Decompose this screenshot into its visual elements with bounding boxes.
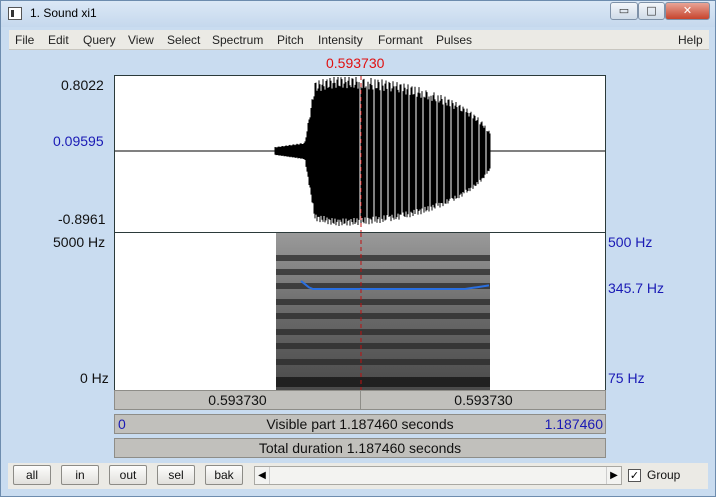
pitch-top-label: 500 Hz	[608, 234, 653, 250]
waveform-max-label: 0.8022	[61, 77, 104, 93]
menu-select[interactable]: Select	[167, 33, 200, 47]
waveform-trace	[274, 77, 491, 226]
spectrogram-harmonic-band	[276, 313, 490, 319]
spectrogram-harmonic-band	[276, 377, 490, 387]
selection-bar: 0.593730 0.593730	[114, 390, 606, 410]
menu-pulses[interactable]: Pulses	[436, 33, 472, 47]
visible-end-time: 1.187460	[544, 416, 603, 432]
window-title: 1. Sound xi1	[30, 6, 97, 20]
total-duration-text: Total duration 1.187460 seconds	[258, 440, 462, 456]
total-duration-bar[interactable]: Total duration 1.187460 seconds	[114, 438, 606, 458]
spectrogram-harmonic-band	[276, 269, 490, 275]
visible-part-bar[interactable]: 0 Visible part 1.187460 seconds 1.187460	[114, 414, 606, 434]
waveform-mid-label: 0.09595	[53, 133, 104, 149]
menu-file[interactable]: File	[15, 33, 34, 47]
zoom-all-button[interactable]: all	[13, 465, 51, 485]
menu-query[interactable]: Query	[83, 33, 116, 47]
spectrogram-panel[interactable]	[114, 233, 606, 390]
scroll-left-arrow-icon[interactable]: ◀	[255, 467, 270, 484]
group-checkbox[interactable]: ✓	[628, 469, 641, 482]
waveform-min-label: -0.8961	[58, 211, 106, 227]
close-button[interactable]: ✕	[665, 2, 710, 20]
title-bar[interactable]: 1. Sound xi1 ▭ □ ✕	[1, 1, 715, 27]
spectrogram-harmonic-band	[276, 299, 490, 305]
pitch-value-label: 345.7 Hz	[608, 280, 665, 296]
praat-sound-icon	[8, 7, 22, 20]
spectrogram-harmonic-band	[276, 255, 490, 261]
selection-left-segment[interactable]: 0.593730	[115, 391, 361, 409]
spectrogram-harmonic-band	[276, 329, 490, 335]
spectrogram-harmonic-band	[276, 359, 490, 365]
bottom-controls: all in out sel bak ◀ ▶ ✓ Group	[8, 463, 708, 489]
menu-edit[interactable]: Edit	[48, 33, 69, 47]
menu-bar: File Edit Query View Select Spectrum Pit…	[9, 30, 709, 50]
menu-view[interactable]: View	[128, 33, 154, 47]
menu-spectrum[interactable]: Spectrum	[212, 33, 263, 47]
zoom-in-button[interactable]: in	[61, 465, 99, 485]
menu-formant[interactable]: Formant	[378, 33, 423, 47]
pitch-bottom-label: 75 Hz	[608, 370, 645, 386]
menu-pitch[interactable]: Pitch	[277, 33, 304, 47]
group-label: Group	[647, 468, 681, 482]
zoom-back-button[interactable]: bak	[205, 465, 243, 485]
waveform-svg	[115, 76, 605, 232]
visible-part-text: Visible part 1.187460 seconds	[266, 416, 454, 432]
zoom-sel-button[interactable]: sel	[157, 465, 195, 485]
minimize-button[interactable]: ▭	[610, 2, 638, 20]
selection-right-segment[interactable]: 0.593730	[361, 391, 606, 409]
spectrogram-harmonic-band	[276, 343, 490, 349]
freq-top-label: 5000 Hz	[53, 234, 106, 250]
horizontal-scrollbar[interactable]: ◀ ▶	[254, 466, 622, 485]
freq-bottom-label: 0 Hz	[80, 370, 109, 386]
menu-help[interactable]: Help	[678, 33, 703, 47]
scroll-right-arrow-icon[interactable]: ▶	[606, 467, 621, 484]
menu-intensity[interactable]: Intensity	[318, 33, 363, 47]
zoom-out-button[interactable]: out	[109, 465, 147, 485]
maximize-button[interactable]: □	[638, 2, 665, 20]
spectrogram-svg	[276, 233, 490, 390]
waveform-panel[interactable]	[114, 75, 606, 233]
cursor-time-label: 0.593730	[326, 55, 385, 71]
